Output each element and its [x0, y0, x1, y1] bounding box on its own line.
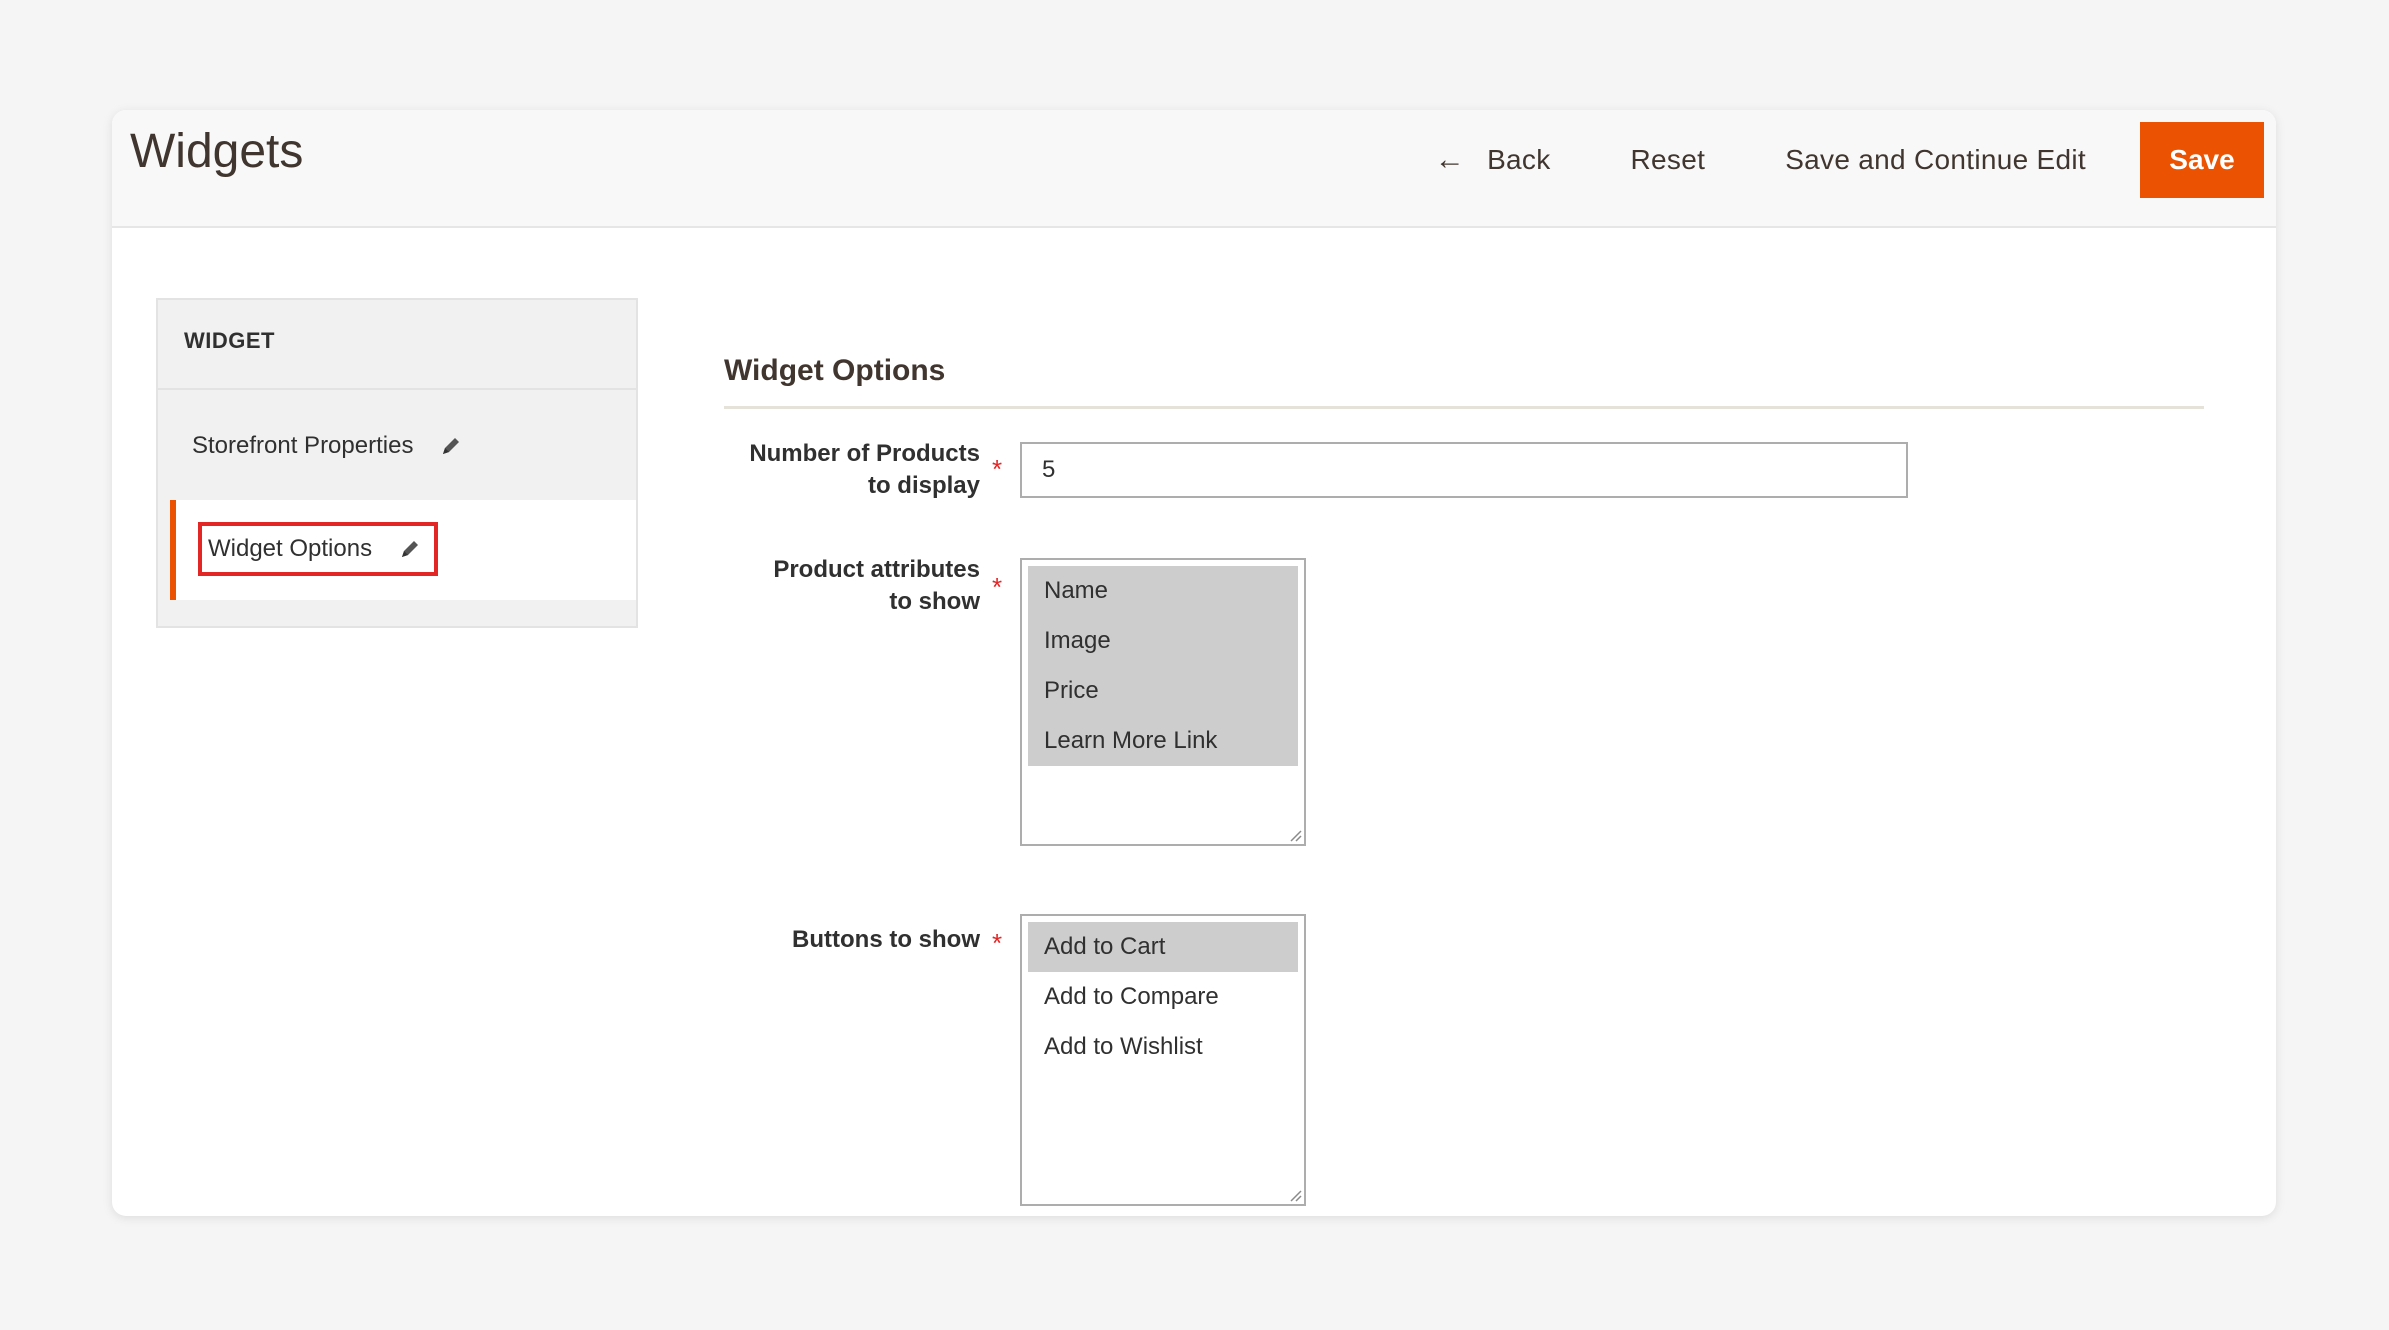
sidebar-divider [158, 388, 636, 390]
option-add-to-wishlist[interactable]: Add to Wishlist [1028, 1022, 1298, 1072]
product-attributes-label: Product attributes to show [660, 554, 980, 618]
label-line: to display [867, 472, 980, 499]
option-add-to-compare[interactable]: Add to Compare [1028, 972, 1298, 1022]
number-of-products-input[interactable]: 5 [1020, 442, 1908, 498]
buttons-to-show-label: Buttons to show [792, 926, 980, 953]
required-marker: * [992, 572, 1003, 602]
buttons-to-show-multiselect[interactable]: Add to Cart Add to Compare Add to Wishli… [1020, 914, 1306, 1206]
label-line: to show [889, 588, 980, 615]
back-button[interactable]: ← Back [1435, 144, 1551, 176]
widget-sidebar: WIDGET Storefront Properties Widget Opti… [156, 298, 638, 628]
section-title: Widget Options [724, 354, 946, 387]
option-price[interactable]: Price [1028, 666, 1298, 716]
save-button[interactable]: Save [2140, 122, 2264, 198]
number-of-products-label: Number of Products to display [660, 438, 980, 502]
option-name[interactable]: Name [1028, 566, 1298, 616]
widget-editor-card: Widgets ← Back Reset Save and Continue E… [112, 110, 2276, 1216]
save-and-continue-button[interactable]: Save and Continue Edit [1785, 144, 2086, 176]
page-title: Widgets [130, 125, 304, 178]
option-add-to-cart[interactable]: Add to Cart [1028, 922, 1298, 972]
sidebar-item-widget-options[interactable]: Widget Options [198, 522, 439, 576]
option-learn-more-link[interactable]: Learn More Link [1028, 716, 1298, 766]
product-attributes-multiselect[interactable]: Name Image Price Learn More Link [1020, 558, 1306, 846]
sidebar-item-label: Widget Options [208, 535, 373, 562]
resize-grip-icon[interactable] [1286, 826, 1302, 842]
section-divider [724, 406, 2204, 409]
required-marker: * [992, 928, 1003, 958]
sidebar-item-storefront-properties[interactable]: Storefront Properties [192, 432, 463, 460]
sidebar-item-label: Storefront Properties [192, 432, 414, 459]
option-image[interactable]: Image [1028, 616, 1298, 666]
sidebar-item-widget-options-active: Widget Options [170, 500, 636, 600]
label-line: Product attributes [773, 556, 980, 583]
header-actions: ← Back Reset Save and Continue Edit Save [1355, 122, 2264, 198]
resize-grip-icon[interactable] [1286, 1186, 1302, 1202]
reset-button[interactable]: Reset [1631, 144, 1706, 176]
label-line: Number of Products [749, 440, 980, 467]
back-label: Back [1487, 144, 1551, 175]
arrow-left-icon: ← [1434, 143, 1466, 176]
sidebar-title: WIDGET [184, 328, 275, 353]
page-header: Widgets ← Back Reset Save and Continue E… [112, 110, 2276, 228]
required-marker: * [992, 454, 1003, 484]
pencil-icon [443, 438, 460, 454]
pencil-icon [402, 541, 419, 557]
